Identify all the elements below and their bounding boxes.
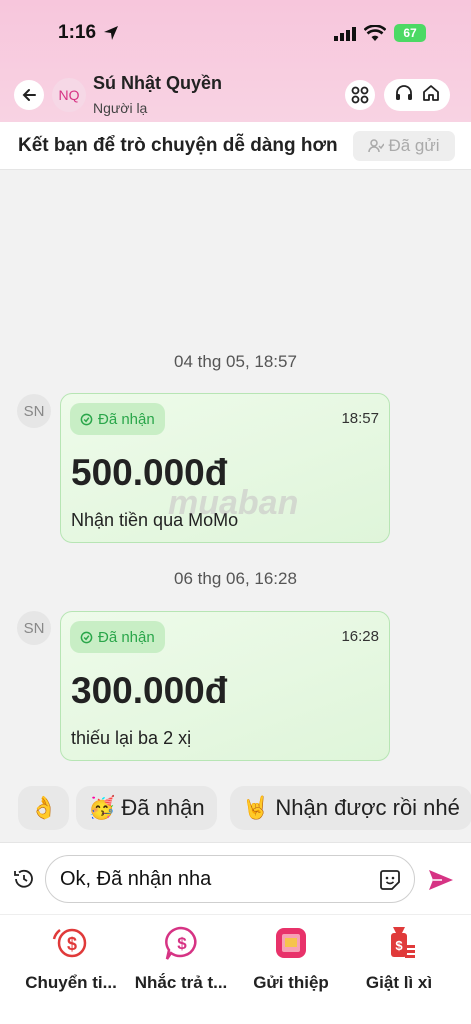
quick-reply-received[interactable]: 🥳 Đã nhận xyxy=(76,786,217,830)
contact-avatar[interactable]: NQ xyxy=(52,78,86,112)
history-icon xyxy=(14,869,33,888)
tool-label: Chuyển ti... xyxy=(25,973,117,992)
battery-indicator: 67 xyxy=(394,24,426,42)
arrow-left-icon xyxy=(22,89,36,101)
send-icon xyxy=(429,870,453,890)
request-sent-button[interactable]: Đã gửi xyxy=(353,131,455,161)
location-arrow-icon xyxy=(103,25,119,46)
ok-hand-icon: 👌 xyxy=(30,795,58,820)
payment-toolbar: $ Chuyển ti... $ Nhắc trả t... Gửi thiệp… xyxy=(0,914,471,1024)
sender-avatar[interactable]: SN xyxy=(17,394,51,428)
user-check-icon xyxy=(368,139,385,153)
received-label: Đã nhận xyxy=(98,628,155,646)
received-badge: Đã nhận xyxy=(70,403,165,435)
quick-reply-ok[interactable]: 👌 xyxy=(18,786,70,830)
svg-text:$: $ xyxy=(395,938,403,953)
payment-reminder-button[interactable]: $ Nhắc trả t... xyxy=(126,921,236,993)
rock-hand-icon: 🤘 xyxy=(242,795,270,820)
message-input[interactable]: Ok, Đã nhận nha xyxy=(45,855,415,903)
amount: 300.000đ xyxy=(71,670,228,711)
date-separator: 04 thg 05, 18:57 xyxy=(174,352,297,371)
add-friend-bar: Kết bạn để trò chuyện dễ dàng hơn Đã gửi xyxy=(0,122,471,170)
send-button[interactable] xyxy=(428,869,454,896)
message-time: 18:57 xyxy=(341,410,379,427)
request-sent-label: Đã gửi xyxy=(388,136,440,155)
transfer-money-button[interactable]: $ Chuyển ti... xyxy=(16,921,126,993)
quick-reply-label: Đã nhận xyxy=(121,795,205,820)
wifi-icon xyxy=(363,24,387,47)
svg-text:$: $ xyxy=(67,934,77,954)
add-friend-text: Kết bạn để trò chuyện dễ dàng hơn xyxy=(18,135,338,156)
quick-reply-label: Nhận được rồi nhé xyxy=(275,795,460,820)
cellular-signal-icon xyxy=(334,27,356,46)
status-time: 1:16 xyxy=(58,22,97,43)
grid-icon xyxy=(351,86,369,104)
apps-button[interactable] xyxy=(345,80,375,110)
svg-text:$: $ xyxy=(177,934,187,953)
money-transfer-icon: $ xyxy=(16,921,126,965)
quick-replies: 👌 🥳 Đã nhận 🤘 Nhận được rồi nhé xyxy=(0,784,471,834)
contact-subtitle: Người lạ xyxy=(93,100,148,116)
history-button[interactable] xyxy=(12,867,36,896)
tool-label: Giật lì xì xyxy=(365,973,433,992)
payment-reminder-icon: $ xyxy=(126,921,236,965)
contact-name[interactable]: Sú Nhật Quyền xyxy=(93,73,222,94)
date-separator: 06 thg 06, 16:28 xyxy=(174,569,297,588)
home-icon xyxy=(422,84,439,101)
money-received-card[interactable]: Đã nhận 16:28 300.000đ thiếu lại ba 2 xị xyxy=(60,611,390,761)
message-time: 16:28 xyxy=(341,628,379,645)
sticker-icon xyxy=(380,870,400,890)
home-button[interactable] xyxy=(421,83,441,108)
headset-icon xyxy=(395,84,412,100)
transfer-note: thiếu lại ba 2 xị xyxy=(71,728,192,748)
message-composer: Ok, Đã nhận nha xyxy=(0,842,471,914)
send-card-button[interactable]: Gửi thiệp xyxy=(236,921,346,993)
received-label: Đã nhận xyxy=(98,410,155,428)
received-check-icon xyxy=(80,631,93,643)
tool-label: Gửi thiệp xyxy=(253,973,329,992)
back-button[interactable] xyxy=(14,80,44,110)
party-face-icon: 🥳 xyxy=(88,795,116,820)
sticker-button[interactable] xyxy=(378,868,402,897)
watermark-logo: muaban xyxy=(168,484,299,522)
status-bar: 1:16 67 xyxy=(0,22,471,48)
support-button[interactable] xyxy=(394,83,414,108)
received-badge: Đã nhận xyxy=(70,621,165,653)
header-actions xyxy=(384,79,450,111)
tool-label: Nhắc trả t... xyxy=(134,973,228,992)
chat-header: 1:16 67 NQ Sú Nhật Quyền Người lạ xyxy=(0,0,471,122)
sender-avatar[interactable]: SN xyxy=(17,611,51,645)
lucky-money-button[interactable]: $ Giật lì xì xyxy=(344,921,454,993)
greeting-card-icon xyxy=(236,921,346,965)
received-check-icon xyxy=(80,413,93,425)
quick-reply-got-it[interactable]: 🤘 Nhận được rồi nhé xyxy=(230,786,471,830)
lucky-money-icon: $ xyxy=(344,921,454,965)
